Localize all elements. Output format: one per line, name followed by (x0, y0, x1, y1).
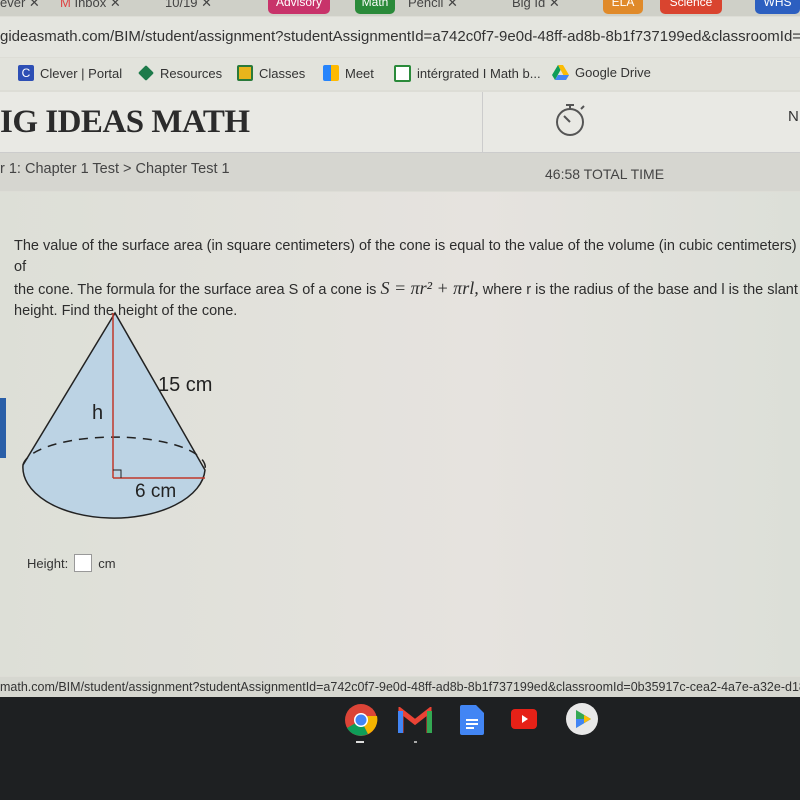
chrome-icon[interactable] (344, 703, 378, 737)
bookmark-resources[interactable]: Resources (138, 65, 222, 81)
bookmark-google-drive[interactable]: Google Drive (552, 65, 651, 80)
bookmark-meet[interactable]: Meet (323, 65, 374, 81)
height-label: h (92, 402, 104, 424)
breadcrumb-bar: r 1: Chapter 1 Test > Chapter Test 1 46:… (0, 153, 800, 191)
status-url: math.com/BIM/student/assignment?studentA… (0, 680, 800, 694)
header-right-text[interactable]: N (788, 108, 799, 125)
running-indicator (356, 741, 364, 743)
answer-label: Height: (27, 555, 69, 571)
sheet-icon (394, 65, 411, 82)
tab-group-advisory[interactable]: Advisory (268, 0, 330, 14)
tab[interactable]: Pencil ✕ (408, 0, 488, 14)
bookmark-label: Classes (259, 65, 306, 81)
tab[interactable]: Big Id ✕ (512, 0, 572, 14)
bookmark-integrated-math[interactable]: intérgrated I Math b... (394, 65, 541, 82)
drive-icon (552, 65, 569, 80)
gmail-icon[interactable] (398, 707, 432, 733)
youtube-icon[interactable] (511, 709, 537, 729)
breadcrumb[interactable]: r 1: Chapter 1 Test > Chapter Test 1 (0, 161, 230, 177)
tab[interactable]: 10/19 ✕ (165, 0, 250, 14)
answer-unit: cm (98, 555, 116, 571)
slant-label: 15 cm (158, 374, 213, 396)
tab-group-science[interactable]: Science (660, 0, 722, 14)
play-store-icon[interactable] (565, 702, 599, 736)
bookmark-label: intérgrated I Math b... (417, 66, 541, 81)
clever-icon: C (18, 65, 34, 81)
surface-area-formula: S = πr² + πrl, (380, 278, 479, 298)
bookmark-label: Meet (345, 65, 374, 81)
cone-figure (22, 311, 207, 519)
tab-label: Inbox (74, 0, 107, 10)
bookmarks-bar: C Clever | Portal Resources Classes Meet … (0, 58, 800, 90)
bookmark-label: Google Drive (575, 65, 651, 80)
question-line: The value of the surface area (in square… (14, 238, 797, 275)
radius-label: 6 cm (135, 481, 177, 502)
question-line: the cone. The formula for the surface ar… (14, 278, 800, 301)
docs-icon[interactable] (460, 705, 484, 735)
classroom-icon (237, 65, 253, 81)
bookmark-label: Clever | Portal (40, 65, 123, 81)
tab-strip: ever ✕ M Inbox ✕ 10/19 ✕ Advisory Math P… (0, 0, 800, 16)
text: the cone. The formula for the surface ar… (14, 282, 381, 298)
url-text: gideasmath.com/BIM/student/assignment?st… (0, 28, 800, 45)
tab-label: 10/19 (165, 0, 198, 10)
gmail-icon: M (60, 0, 71, 10)
tab-group-whs[interactable]: WHS (755, 0, 800, 14)
text: where r is the radius of the base and l … (478, 282, 798, 298)
big-ideas-math-logo: IG IDEAS MATH (0, 104, 250, 140)
status-bar: math.com/BIM/student/assignment?studentA… (0, 677, 800, 697)
address-bar[interactable]: gideasmath.com/BIM/student/assignment?st… (0, 17, 800, 57)
meet-icon (323, 65, 339, 81)
bookmark-classes[interactable]: Classes (237, 65, 305, 81)
tab[interactable]: M Inbox ✕ (60, 0, 150, 14)
tab[interactable]: ever ✕ (0, 0, 40, 14)
height-input[interactable] (74, 554, 93, 572)
resources-icon (138, 65, 154, 81)
bookmark-label: Resources (160, 65, 223, 81)
answer-row: Height: cm (27, 554, 116, 572)
bookmark-clever[interactable]: C Clever | Portal (18, 65, 122, 81)
divider (482, 92, 483, 152)
total-time: 46:58 TOTAL TIME (545, 166, 665, 182)
tab-label: Big Id (512, 0, 546, 10)
stopwatch-icon[interactable] (553, 101, 589, 139)
cone-body (22, 311, 206, 519)
tab-label: Pencil (408, 0, 444, 10)
tab-label: ever (0, 0, 26, 10)
tab-group-ela[interactable]: ELA (603, 0, 643, 14)
os-shelf (0, 697, 800, 800)
tab-group-math[interactable]: Math (355, 0, 395, 14)
running-indicator (414, 741, 417, 743)
